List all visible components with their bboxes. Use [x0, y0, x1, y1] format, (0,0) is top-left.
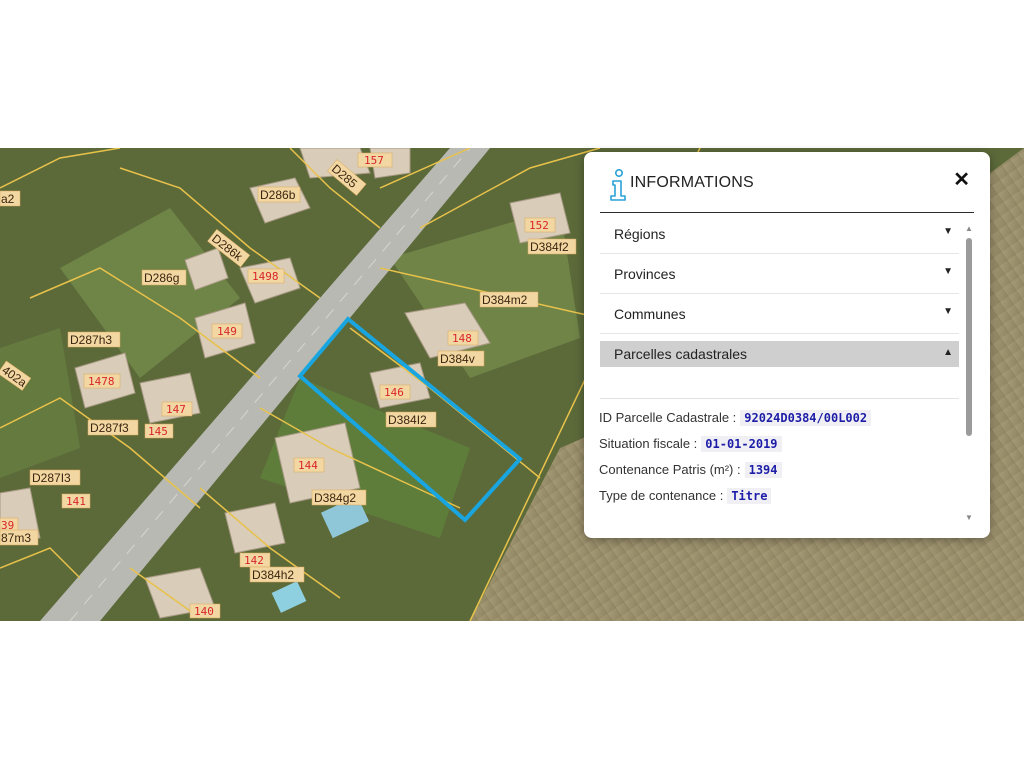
- parcel-label: 140: [194, 605, 214, 618]
- section-regions[interactable]: Régions ▼: [600, 213, 959, 254]
- chevron-down-icon: ▼: [943, 266, 953, 277]
- detail-value: 1394: [744, 462, 782, 478]
- section-label: Communes: [614, 306, 686, 322]
- parcel-label: D384f2: [530, 240, 569, 254]
- section-provinces[interactable]: Provinces ▼: [600, 253, 959, 294]
- chevron-down-icon: ▼: [943, 306, 953, 317]
- parcel-label: 149: [217, 325, 237, 338]
- info-icon: [610, 168, 626, 201]
- section-communes[interactable]: Communes ▼: [600, 293, 959, 334]
- parcel-label: 146: [384, 386, 404, 399]
- parcel-label: D286b: [260, 188, 296, 202]
- parcel-label: D287f3: [90, 421, 129, 435]
- parcel-label: 152: [529, 219, 549, 232]
- detail-label: ID Parcelle Cadastrale :: [599, 410, 737, 425]
- parcel-label: 142: [244, 554, 264, 567]
- parcel-label: D384v: [440, 352, 475, 366]
- parcel-label: 157: [364, 154, 384, 167]
- section-label: Parcelles cadastrales: [614, 346, 748, 362]
- detail-label: Type de contenance :: [599, 488, 724, 503]
- parcel-label: 147: [166, 403, 186, 416]
- scrollbar[interactable]: ▲ ▼: [964, 224, 974, 522]
- parcel-label: 87m3: [1, 531, 31, 545]
- parcel-label: D286g: [144, 271, 179, 285]
- divider: [600, 398, 959, 399]
- panel-header: INFORMATIONS ✕: [600, 166, 974, 213]
- detail-row-situation: Situation fiscale :01-01-2019: [599, 436, 782, 452]
- section-label: Provinces: [614, 266, 676, 282]
- parcel-label: D384m2: [482, 293, 528, 307]
- scrollbar-thumb[interactable]: [966, 238, 972, 436]
- chevron-up-icon: ▲: [943, 347, 953, 358]
- parcel-label: D287I3: [32, 471, 71, 485]
- close-icon[interactable]: ✕: [953, 170, 970, 190]
- parcel-label: D384h2: [252, 568, 294, 582]
- parcel-label: 144: [298, 459, 318, 472]
- detail-label: Contenance Patris (m²) :: [599, 462, 741, 477]
- detail-row-id: ID Parcelle Cadastrale :92024D0384/00L00…: [599, 410, 872, 426]
- chevron-down-icon: ▼: [943, 226, 953, 237]
- parcel-label: a2: [1, 192, 15, 206]
- section-parcelles-cadastrales[interactable]: Parcelles cadastrales ▲: [600, 341, 959, 367]
- scroll-up-icon[interactable]: ▲: [964, 224, 974, 233]
- information-panel: INFORMATIONS ✕ Régions ▼ Provinces ▼ Com…: [584, 152, 990, 538]
- parcel-label: D384g2: [314, 491, 356, 505]
- parcel-label: 1478: [88, 375, 115, 388]
- detail-label: Situation fiscale :: [599, 436, 698, 451]
- parcel-label: 145: [148, 425, 168, 438]
- parcel-label: 148: [452, 332, 472, 345]
- parcel-label: D384I2: [388, 413, 427, 427]
- detail-value: 01-01-2019: [701, 436, 782, 452]
- detail-row-type: Type de contenance : Titre: [599, 488, 772, 504]
- detail-value: 92024D0384/00L002: [740, 410, 872, 426]
- section-label: Régions: [614, 226, 666, 242]
- parcel-label: D287h3: [70, 333, 112, 347]
- panel-title: INFORMATIONS: [630, 174, 754, 191]
- detail-row-contenance: Contenance Patris (m²) :1394: [599, 462, 782, 478]
- detail-value: Titre: [727, 488, 772, 504]
- parcel-label: 141: [66, 495, 86, 508]
- scroll-down-icon[interactable]: ▼: [964, 513, 974, 522]
- parcel-label: 1498: [252, 270, 279, 283]
